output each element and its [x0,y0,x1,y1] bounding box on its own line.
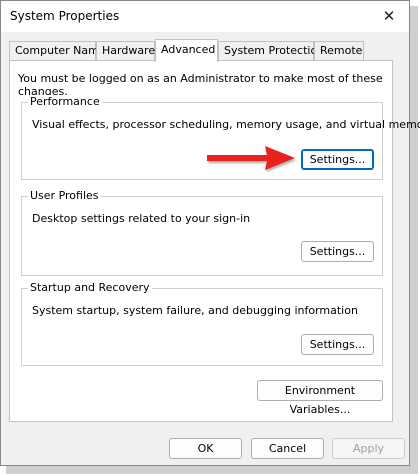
performance-label: Performance [28,95,102,108]
performance-description: Visual effects, processor scheduling, me… [32,118,420,131]
user-profiles-settings-button[interactable]: Settings... [301,241,374,262]
window-title: System Properties [10,9,120,23]
close-icon[interactable]: ✕ [369,1,409,32]
user-profiles-description: Desktop settings related to your sign-in [32,212,251,225]
apply-button[interactable]: Apply [332,438,405,459]
red-arrow-shape [207,146,295,170]
tab-computer-name[interactable]: Computer Name [9,41,106,60]
performance-settings-button[interactable]: Settings... [301,149,374,170]
user-profiles-group: User Profiles Desktop settings related t… [21,189,383,276]
tab-advanced[interactable]: Advanced [155,39,218,62]
environment-variables-button[interactable]: Environment Variables... [257,380,383,416]
tab-remote[interactable]: Remote [314,41,364,60]
cancel-button[interactable]: Cancel [251,438,324,459]
startup-recovery-settings-button[interactable]: Settings... [301,334,374,355]
user-profiles-label: User Profiles [28,189,101,202]
tab-hardware[interactable]: Hardware [96,41,155,60]
ok-button[interactable]: OK [169,438,242,459]
startup-recovery-label: Startup and Recovery [28,281,152,294]
red-arrow-icon [207,146,295,170]
tab-system-protection[interactable]: System Protection [218,41,324,60]
startup-recovery-description: System startup, system failure, and debu… [32,304,358,317]
system-properties-window: System Properties ✕ Computer Name Hardwa… [0,0,420,466]
title-bar[interactable]: System Properties ✕ [1,1,409,32]
